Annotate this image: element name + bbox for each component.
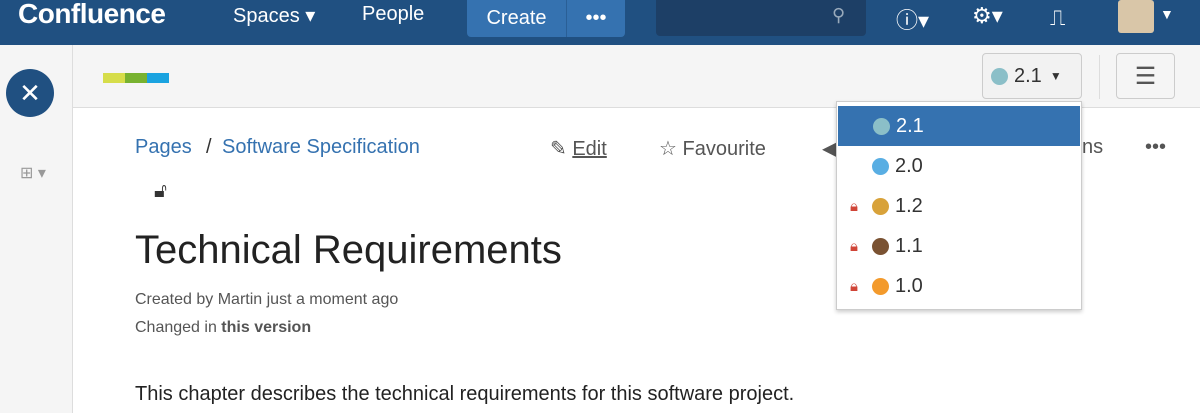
version-label: 2.1 xyxy=(1014,64,1042,87)
changed-prefix: Changed in xyxy=(135,319,222,336)
version-option-2-0[interactable]: 2.0 xyxy=(837,146,1081,186)
breadcrumb-space[interactable]: Software Specification xyxy=(222,136,420,159)
version-dot-icon xyxy=(872,157,889,175)
version-option-1-1[interactable]: 🔒︎ 1.1 xyxy=(837,226,1081,266)
page-title: Technical Requirements xyxy=(135,228,562,272)
more-actions-button[interactable]: ••• xyxy=(1145,136,1166,159)
version-label: 1.1 xyxy=(895,234,923,257)
version-label: 1.2 xyxy=(895,194,923,217)
favourite-button[interactable]: ☆ Favourite xyxy=(659,136,766,161)
people-link[interactable]: People xyxy=(362,3,424,26)
version-option-1-0[interactable]: 🔒︎ 1.0 xyxy=(837,266,1081,306)
breadcrumb-separator: / xyxy=(206,136,212,158)
sidebar: ✕ ⊞ ▾ xyxy=(0,45,73,413)
space-logo-icon[interactable]: ✕ xyxy=(6,69,54,117)
gear-icon[interactable]: ⚙▾ xyxy=(972,3,1003,29)
create-more-button[interactable]: ••• xyxy=(567,0,625,37)
lock-icon: 🔒︎ xyxy=(850,277,858,295)
version-dot-icon xyxy=(991,67,1008,85)
spaces-menu[interactable]: Spaces ▾ xyxy=(233,3,315,28)
page-tree-icon[interactable]: ⊞ ▾ xyxy=(20,163,46,183)
breadcrumb-pages[interactable]: Pages xyxy=(135,136,192,159)
lock-icon: 🔒︎ xyxy=(850,237,858,255)
search-icon: ⚲ xyxy=(832,5,846,25)
version-option-1-2[interactable]: 🔒︎ 1.2 xyxy=(837,186,1081,226)
help-icon[interactable]: ⓘ▾ xyxy=(896,3,929,35)
version-label: 1.0 xyxy=(895,274,923,297)
divider xyxy=(1099,55,1100,99)
menu-button[interactable]: ☰ xyxy=(1116,53,1175,99)
edit-button[interactable]: ✎ Edit xyxy=(550,136,607,161)
favourite-label: Favourite xyxy=(682,138,766,160)
version-dropdown-menu: 2.1 2.0 🔒︎ 1.2 🔒︎ 1.1 🔒︎ 1.0 xyxy=(836,101,1082,310)
unlock-icon[interactable]: 🔓︎ xyxy=(154,180,167,203)
lock-icon: 🔒︎ xyxy=(850,197,858,215)
search-input[interactable]: ⚲ xyxy=(656,0,866,36)
avatar[interactable] xyxy=(1118,0,1154,33)
version-label: 2.1 xyxy=(896,114,924,137)
version-option-2-1[interactable]: 2.1 xyxy=(838,106,1080,146)
version-dot-icon xyxy=(872,237,889,255)
edit-label: Edit xyxy=(572,138,607,160)
version-dropdown-button[interactable]: 2.1 ▼ xyxy=(982,53,1082,99)
star-icon: ☆ xyxy=(659,138,677,160)
confluence-logo[interactable]: Confluence xyxy=(18,0,166,28)
version-dot-icon xyxy=(873,117,890,135)
create-button[interactable]: Create xyxy=(467,0,567,37)
version-label: 2.0 xyxy=(895,154,923,177)
hidden-action-label[interactable]: ns xyxy=(1082,136,1103,159)
changed-in: Changed in this version xyxy=(135,319,311,337)
version-dot-icon xyxy=(872,277,889,295)
top-navigation: Confluence Spaces ▾ People Create ••• ⚲ … xyxy=(0,0,1200,45)
space-color-strip xyxy=(103,73,169,83)
pencil-icon: ✎ xyxy=(550,138,567,160)
created-by: Created by Martin just a moment ago xyxy=(135,291,399,308)
chevron-down-icon[interactable]: ▼ xyxy=(1160,6,1174,22)
create-group: Create ••• xyxy=(467,0,625,37)
version-link[interactable]: this version xyxy=(221,319,311,336)
page-body: This chapter describes the technical req… xyxy=(135,383,795,405)
inbox-icon[interactable]: ⎍ xyxy=(1050,5,1065,31)
version-dot-icon xyxy=(872,197,889,215)
